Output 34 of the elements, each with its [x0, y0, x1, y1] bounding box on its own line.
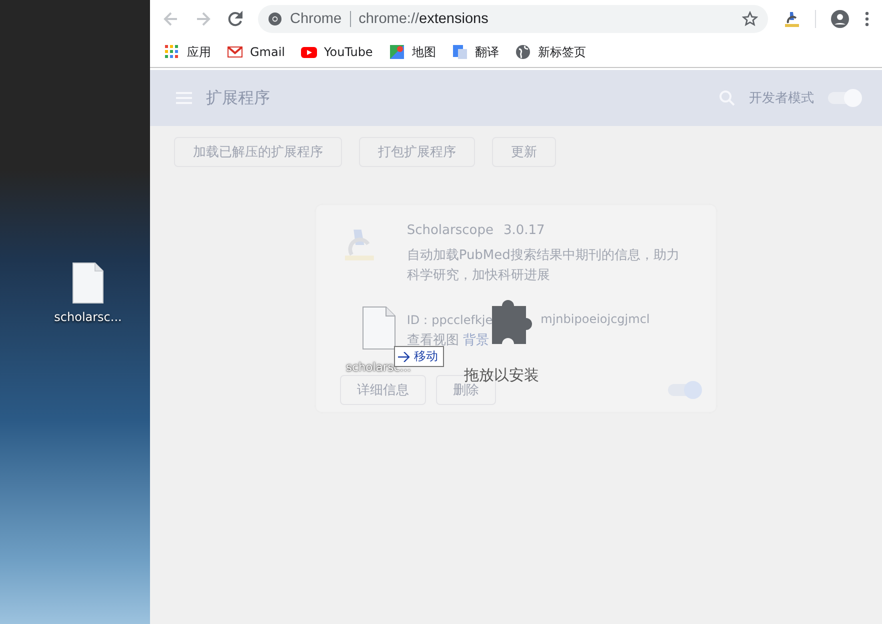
- extension-version: 3.0.17: [503, 223, 545, 238]
- bookmark[interactable]: 应用: [164, 44, 211, 60]
- address-bar[interactable]: Chrome chrome://extensions: [258, 4, 768, 32]
- file-label: scholarsc...: [54, 310, 122, 324]
- star-icon[interactable]: [742, 10, 758, 26]
- bookmark[interactable]: YouTube: [301, 44, 373, 60]
- grid-icon: [164, 44, 180, 60]
- extension-name: Scholarscope: [406, 223, 494, 238]
- dev-mode-label: 开发者模式: [749, 90, 814, 107]
- microscope-icon[interactable]: [783, 10, 801, 28]
- views-label: 查看视图: [406, 332, 459, 349]
- extension-description: 自动加载PubMed搜索结果中期刊的信息，助力科学研究，加快科研进展: [406, 247, 680, 285]
- site-label: Chrome: [290, 10, 342, 26]
- play-icon: [301, 44, 318, 60]
- bookmark[interactable]: 新标签页: [514, 44, 586, 60]
- extension-id: ID：ppcclefkje: [406, 312, 493, 329]
- page-title: 扩展程序: [206, 88, 270, 108]
- bookmark[interactable]: Gmail: [227, 44, 286, 60]
- menu-icon[interactable]: [864, 10, 870, 26]
- extension-id: mjnbipoeiojcgjmcl: [540, 312, 650, 328]
- url-text: chrome://extensions: [358, 10, 488, 26]
- translate-icon: [452, 44, 468, 60]
- chrome-logo-icon: [268, 12, 282, 26]
- reload-icon[interactable]: [226, 10, 244, 28]
- account-icon[interactable]: [830, 8, 850, 28]
- file-label: scholarsc...: [346, 360, 411, 374]
- bookmark[interactable]: 翻译: [452, 44, 499, 60]
- arrow-icon: [398, 352, 410, 362]
- globe-icon: [514, 44, 531, 60]
- file-icon[interactable]: [72, 262, 104, 304]
- microscope-icon: [344, 227, 375, 263]
- map-icon: [388, 44, 405, 60]
- bookmark[interactable]: 地图: [388, 44, 436, 60]
- mail-icon: [227, 44, 243, 60]
